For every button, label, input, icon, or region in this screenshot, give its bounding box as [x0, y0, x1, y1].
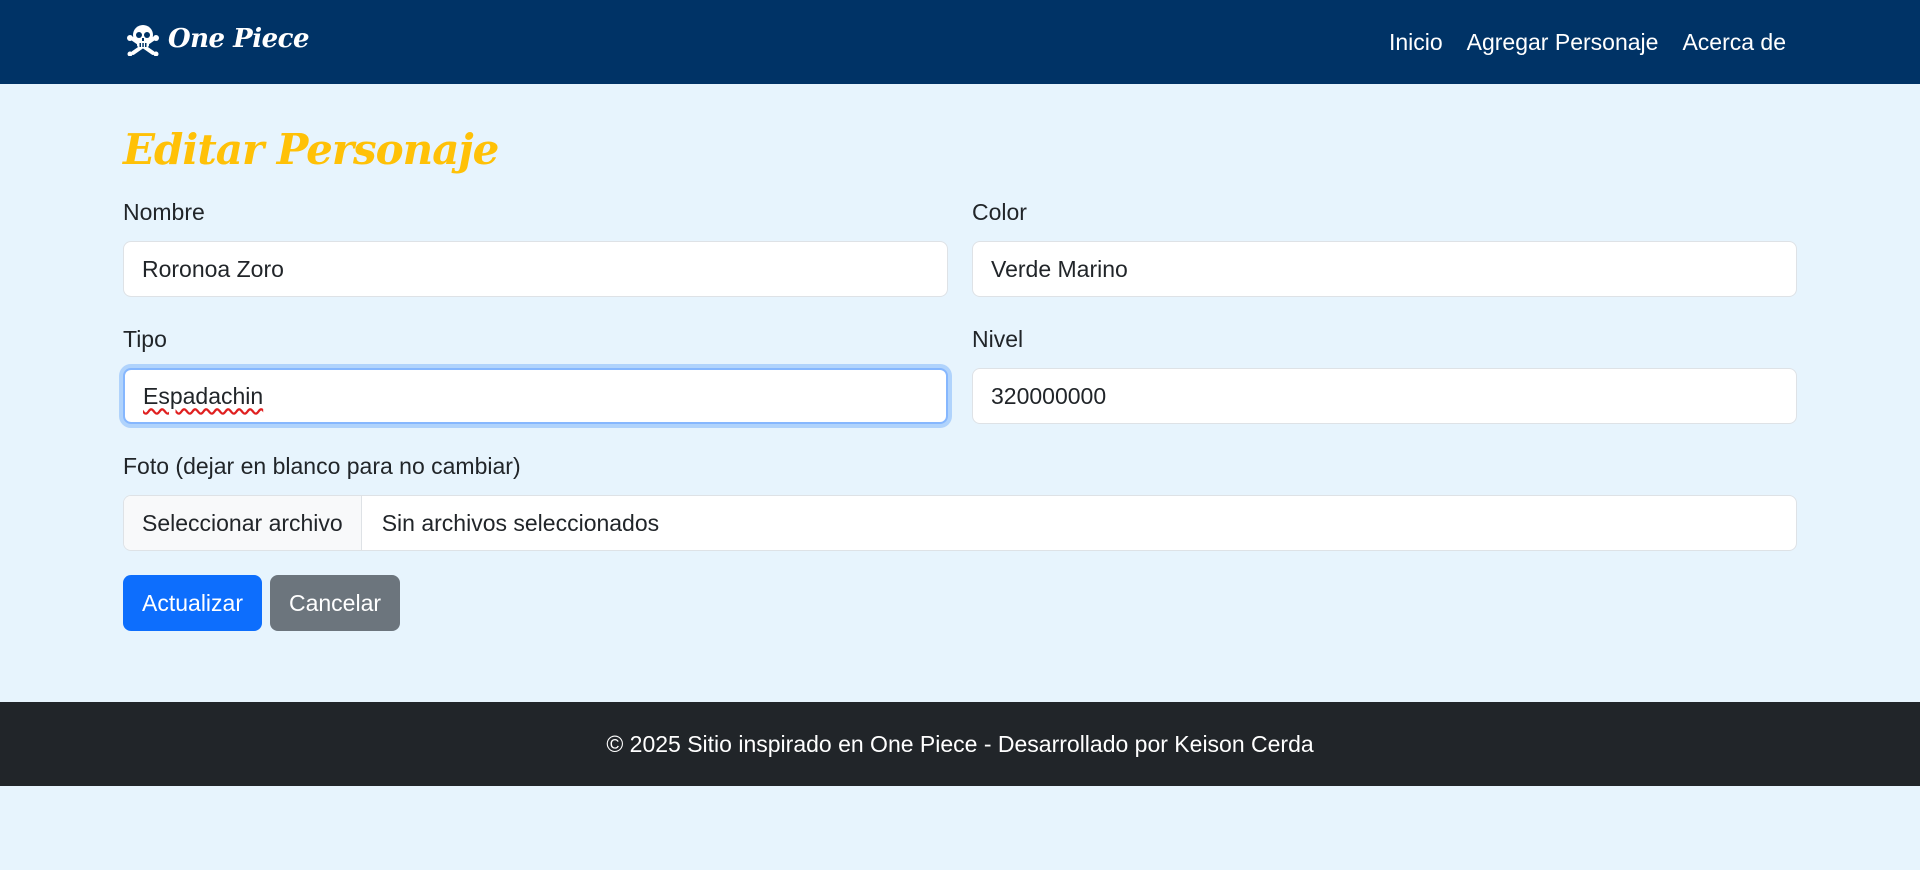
brand-name: One Piece — [168, 24, 310, 54]
form-actions: Actualizar Cancelar — [123, 575, 1797, 631]
nivel-input[interactable]: 320000000 — [972, 368, 1797, 424]
navbar: One Piece Inicio Agregar Personaje Acerc… — [0, 0, 1920, 84]
nombre-label: Nombre — [123, 199, 205, 225]
color-label: Color — [972, 199, 1027, 225]
footer-text: © 2025 Sitio inspirado en One Piece - De… — [606, 730, 1314, 757]
foto-label: Foto (dejar en blanco para no cambiar) — [123, 453, 521, 479]
select-file-button[interactable]: Seleccionar archivo — [124, 496, 362, 550]
nombre-group: Nombre Roronoa Zoro — [123, 198, 948, 297]
nav-link-acerca-de[interactable]: Acerca de — [1682, 29, 1786, 56]
foto-group: Foto (dejar en blanco para no cambiar) S… — [123, 452, 1797, 551]
page-title: Editar Personaje — [123, 125, 499, 174]
nivel-value: 320000000 — [991, 382, 1107, 409]
update-button[interactable]: Actualizar — [123, 575, 262, 631]
nav-links: Inicio Agregar Personaje Acerca de — [1389, 0, 1786, 84]
tipo-value: Espadachin — [143, 382, 264, 409]
color-group: Color Verde Marino — [972, 198, 1797, 297]
nombre-input[interactable]: Roronoa Zoro — [123, 241, 948, 297]
cancel-button[interactable]: Cancelar — [269, 575, 401, 631]
color-value: Verde Marino — [991, 255, 1128, 282]
form-row-2: Tipo Espadachin Nivel 320000000 — [123, 325, 1797, 424]
tipo-group: Tipo Espadachin — [123, 325, 948, 424]
nivel-label: Nivel — [972, 326, 1024, 352]
navbar-brand[interactable]: One Piece — [126, 22, 310, 56]
tipo-input[interactable]: Espadachin — [123, 368, 948, 424]
foto-file-input[interactable]: Seleccionar archivo Sin archivos selecci… — [123, 495, 1797, 551]
nav-link-inicio[interactable]: Inicio — [1389, 29, 1443, 56]
tipo-label: Tipo — [123, 326, 167, 352]
nav-link-agregar-personaje[interactable]: Agregar Personaje — [1467, 29, 1659, 56]
file-status-text: Sin archivos seleccionados — [381, 509, 660, 536]
color-input[interactable]: Verde Marino — [972, 241, 1797, 297]
footer: © 2025 Sitio inspirado en One Piece - De… — [0, 702, 1920, 786]
skull-crossbones-icon — [127, 25, 159, 56]
nivel-group: Nivel 320000000 — [972, 325, 1797, 424]
nombre-value: Roronoa Zoro — [142, 255, 284, 282]
main-content: Editar Personaje Nombre Roronoa Zoro Col… — [123, 84, 1797, 631]
form-row-1: Nombre Roronoa Zoro Color Verde Marino — [123, 198, 1797, 297]
